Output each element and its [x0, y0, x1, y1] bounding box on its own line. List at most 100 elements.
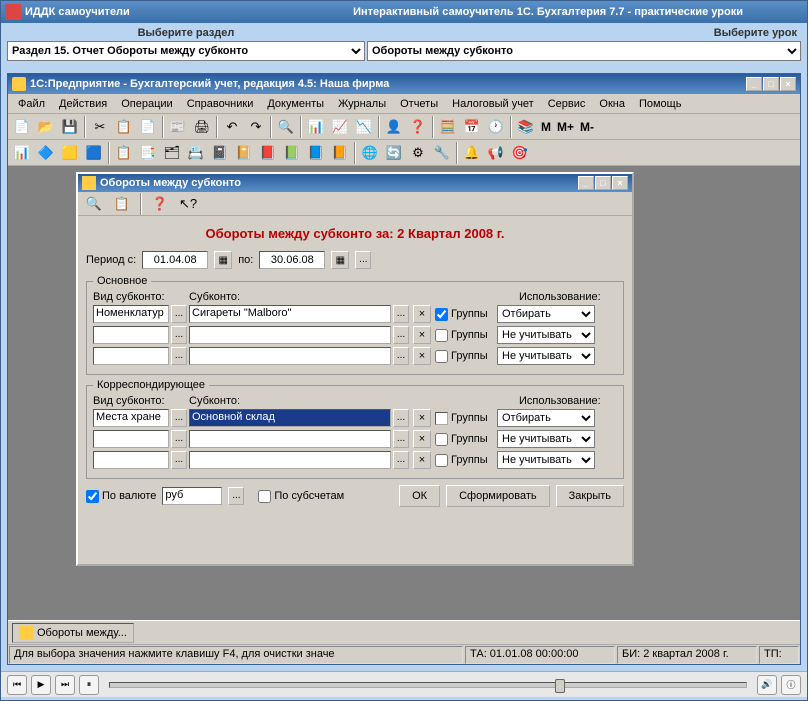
new-icon[interactable]: 📄	[11, 116, 33, 138]
m-plus[interactable]: М+	[554, 120, 577, 134]
open-icon[interactable]: 📂	[35, 116, 57, 138]
t2-15-icon[interactable]: 🌐	[359, 142, 381, 164]
by-subacc-check[interactable]	[258, 490, 271, 503]
corr-clear-1[interactable]: ×	[413, 409, 431, 427]
lesson-select[interactable]: Обороты между субконто	[367, 41, 801, 61]
main-kind-1[interactable]: Номенклатур	[93, 305, 169, 323]
dlg-help-icon[interactable]: ❓	[149, 193, 171, 215]
t2-12-icon[interactable]: 📗	[281, 142, 303, 164]
calc-icon[interactable]: 🧮	[437, 116, 459, 138]
corr-kind-2[interactable]	[93, 430, 169, 448]
period-more[interactable]: ...	[355, 251, 371, 269]
progress-thumb[interactable]	[555, 679, 565, 693]
t2-17-icon[interactable]: ⚙	[407, 142, 429, 164]
t2-2-icon[interactable]: 🔷	[35, 142, 57, 164]
menu-documents[interactable]: Документы	[261, 96, 330, 112]
main-grp-1[interactable]	[435, 308, 448, 321]
t2-20-icon[interactable]: 📢	[485, 142, 507, 164]
corr-sub-3-pick[interactable]: ...	[393, 451, 409, 469]
t2-18-icon[interactable]: 🔧	[431, 142, 453, 164]
pause-button[interactable]: ⏸	[79, 675, 99, 695]
main-sub-2-pick[interactable]: ...	[393, 326, 409, 344]
corr-use-3[interactable]: Не учитывать	[497, 451, 595, 469]
user-icon[interactable]: 👤	[383, 116, 405, 138]
period-from-picker[interactable]: ▦	[214, 251, 232, 269]
corr-sub-2-pick[interactable]: ...	[393, 430, 409, 448]
main-grp-2[interactable]	[435, 329, 448, 342]
corr-grp-2[interactable]	[435, 433, 448, 446]
menu-help[interactable]: Помощь	[633, 96, 688, 112]
calendar-icon[interactable]: 📅	[461, 116, 483, 138]
main-kind-2[interactable]	[93, 326, 169, 344]
section-select[interactable]: Раздел 15. Отчет Обороты между субконто	[7, 41, 365, 61]
main-clear-3[interactable]: ×	[413, 347, 431, 365]
t2-10-icon[interactable]: 📔	[233, 142, 255, 164]
t2-21-icon[interactable]: 🎯	[509, 142, 531, 164]
task-button[interactable]: Обороты между...	[12, 623, 134, 643]
corr-use-1[interactable]: Отбирать	[497, 409, 595, 427]
info-button[interactable]: ⓘ	[781, 675, 801, 695]
close-button[interactable]: ×	[780, 77, 796, 91]
doc-icon[interactable]: 📰	[167, 116, 189, 138]
menu-references[interactable]: Справочники	[181, 96, 260, 112]
progress-bar[interactable]	[109, 682, 747, 688]
t2-9-icon[interactable]: 📓	[209, 142, 231, 164]
m-label[interactable]: М	[538, 120, 554, 134]
corr-grp-1[interactable]	[435, 412, 448, 425]
corr-kind-1[interactable]: Места хране	[93, 409, 169, 427]
corr-sub-1[interactable]: Основной склад	[189, 409, 391, 427]
main-sub-3[interactable]	[189, 347, 391, 365]
corr-grp-3[interactable]	[435, 454, 448, 467]
main-kind-1-pick[interactable]: ...	[171, 305, 187, 323]
play-button[interactable]: ▶	[31, 675, 51, 695]
period-from-input[interactable]	[142, 251, 208, 269]
undo-icon[interactable]: ↶	[221, 116, 243, 138]
minimize-button[interactable]: _	[746, 77, 762, 91]
corr-clear-2[interactable]: ×	[413, 430, 431, 448]
t2-19-icon[interactable]: 🔔	[461, 142, 483, 164]
t2-7-icon[interactable]: 🗂	[161, 142, 183, 164]
copy-icon[interactable]: 📋	[113, 116, 135, 138]
dialog-close[interactable]: ×	[612, 176, 628, 190]
main-use-2[interactable]: Не учитывать	[497, 326, 595, 344]
corr-sub-3[interactable]	[189, 451, 391, 469]
menu-reports[interactable]: Отчеты	[394, 96, 444, 112]
main-kind-3-pick[interactable]: ...	[171, 347, 187, 365]
corr-kind-3[interactable]	[93, 451, 169, 469]
by-currency-check[interactable]	[86, 490, 99, 503]
corr-kind-1-pick[interactable]: ...	[171, 409, 187, 427]
period-to-input[interactable]	[259, 251, 325, 269]
redo-icon[interactable]: ↷	[245, 116, 267, 138]
currency-pick[interactable]: ...	[228, 487, 244, 505]
corr-use-2[interactable]: Не учитывать	[497, 430, 595, 448]
main-grp-3[interactable]	[435, 350, 448, 363]
t2-11-icon[interactable]: 📕	[257, 142, 279, 164]
t2-13-icon[interactable]: 📘	[305, 142, 327, 164]
tool-1-icon[interactable]: 📊	[305, 116, 327, 138]
period-to-picker[interactable]: ▦	[331, 251, 349, 269]
menu-service[interactable]: Сервис	[542, 96, 592, 112]
corr-sub-2[interactable]	[189, 430, 391, 448]
m-minus[interactable]: М-	[577, 120, 597, 134]
menu-file[interactable]: Файл	[12, 96, 51, 112]
main-kind-3[interactable]	[93, 347, 169, 365]
main-sub-1-pick[interactable]: ...	[393, 305, 409, 323]
form-button[interactable]: Сформировать	[446, 485, 550, 507]
dialog-minimize[interactable]: _	[578, 176, 594, 190]
dialog-maximize[interactable]: □	[595, 176, 611, 190]
t2-16-icon[interactable]: 🔄	[383, 142, 405, 164]
main-sub-2[interactable]	[189, 326, 391, 344]
t2-5-icon[interactable]: 📋	[113, 142, 135, 164]
dlg-cursor-icon[interactable]: ↖?	[177, 193, 199, 215]
t2-6-icon[interactable]: 📑	[137, 142, 159, 164]
main-use-1[interactable]: Отбирать	[497, 305, 595, 323]
dlg-tool-2-icon[interactable]: 📋	[111, 193, 133, 215]
t2-1-icon[interactable]: 📊	[11, 142, 33, 164]
next-button[interactable]: ⏭	[55, 675, 75, 695]
dlg-tool-1-icon[interactable]: 🔍	[83, 193, 105, 215]
save-icon[interactable]: 💾	[59, 116, 81, 138]
main-use-3[interactable]: Не учитывать	[497, 347, 595, 365]
clock-icon[interactable]: 🕐	[485, 116, 507, 138]
corr-kind-3-pick[interactable]: ...	[171, 451, 187, 469]
corr-kind-2-pick[interactable]: ...	[171, 430, 187, 448]
